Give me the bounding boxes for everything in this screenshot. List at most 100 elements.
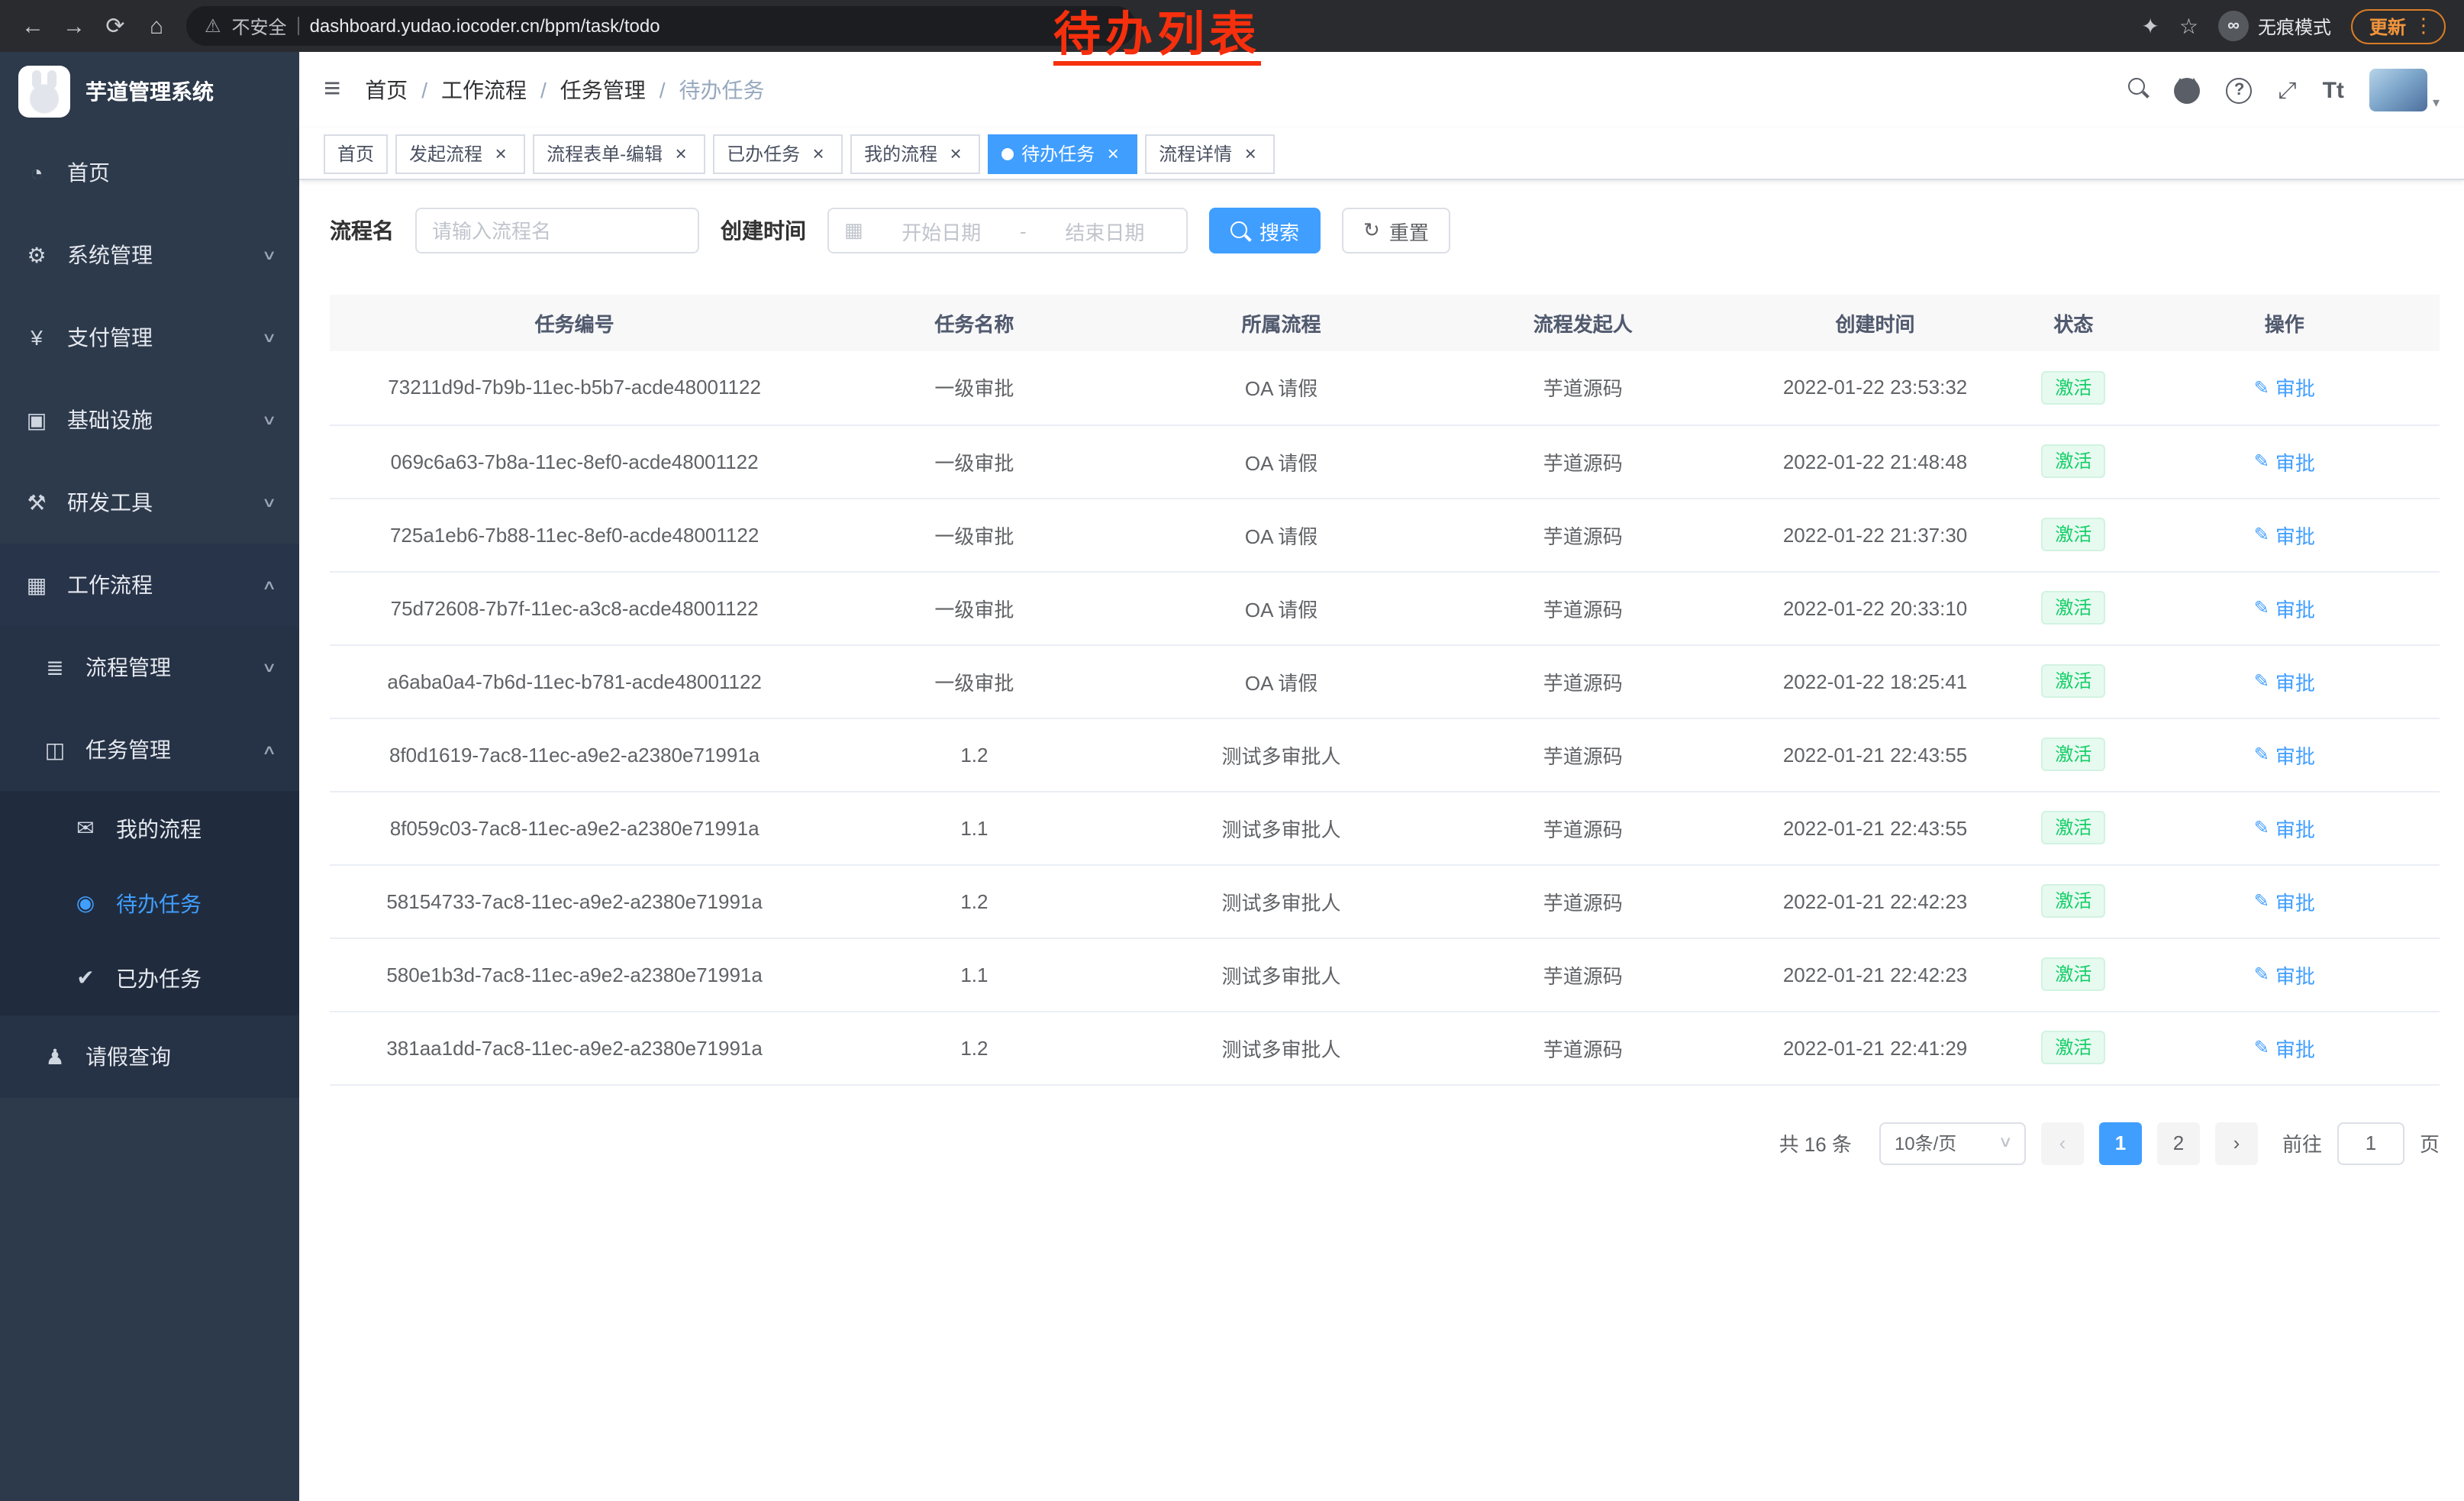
- sidebar-item-workflow[interactable]: ▦工作流程∧: [0, 544, 299, 626]
- sidebar-item-system-mgmt[interactable]: ⚙系统管理∨: [0, 214, 299, 296]
- approve-link[interactable]: ✎审批: [2254, 813, 2315, 842]
- approve-link[interactable]: ✎审批: [2254, 520, 2315, 549]
- prev-page-button[interactable]: ‹: [2041, 1122, 2084, 1164]
- fontsize-icon[interactable]: Tt: [2323, 77, 2344, 103]
- tab-my-process[interactable]: 我的流程 ×: [850, 134, 980, 173]
- create-time-label: 创建时间: [721, 215, 806, 246]
- home-icon[interactable]: ⌂: [136, 5, 177, 47]
- sidebar-item-label: 研发工具: [67, 487, 265, 518]
- approve-link[interactable]: ✎审批: [2254, 593, 2315, 622]
- fullscreen-icon[interactable]: ⤢: [2279, 77, 2297, 103]
- status-badge: 激活: [2041, 738, 2105, 771]
- app-logo-row[interactable]: 芋道管理系统: [0, 52, 299, 131]
- search-button-label: 搜索: [1259, 216, 1299, 245]
- process-cell: OA 请假: [1130, 571, 1434, 644]
- process-cell: OA 请假: [1130, 498, 1434, 571]
- tab-label: 我的流程: [864, 140, 937, 166]
- sidebar-item-infrastructure[interactable]: ▣基础设施∨: [0, 379, 299, 461]
- close-icon[interactable]: ×: [1240, 143, 1261, 164]
- help-icon[interactable]: ?: [2227, 77, 2253, 103]
- breadcrumb-item[interactable]: 工作流程: [441, 75, 527, 105]
- process-cell: OA 请假: [1130, 351, 1434, 424]
- approve-link[interactable]: ✎审批: [2254, 960, 2315, 989]
- initiator-cell: 芋道源码: [1434, 864, 1733, 938]
- page-url: dashboard.yudao.iocoder.cn/bpm/task/todo: [310, 15, 660, 37]
- goto-page-input[interactable]: [2337, 1122, 2404, 1164]
- github-icon[interactable]: [2175, 77, 2201, 103]
- table-header-row: 任务编号任务名称所属流程流程发起人创建时间状态操作: [330, 295, 2440, 351]
- table-row: 580e1b3d-7ac8-11ec-a9e2-a2380e71991a1.1测…: [330, 938, 2440, 1011]
- column-header: 状态: [2017, 295, 2129, 351]
- forward-icon[interactable]: →: [53, 5, 95, 47]
- address-bar[interactable]: ⚠ 不安全 dashboard.yudao.iocoder.cn/bpm/tas…: [186, 6, 1136, 46]
- tab-form-edit[interactable]: 流程表单-编辑 ×: [533, 134, 705, 173]
- status-cell: 激活: [2017, 718, 2129, 791]
- tab-home[interactable]: 首页: [324, 134, 388, 173]
- back-icon[interactable]: ←: [12, 5, 53, 47]
- tab-label: 流程表单-编辑: [547, 140, 663, 166]
- hamburger-icon[interactable]: ≡: [324, 73, 340, 107]
- sidebar-item-todo-tasks[interactable]: ◉待办任务: [0, 866, 299, 941]
- approve-label: 审批: [2275, 886, 2315, 915]
- edit-icon: ✎: [2254, 817, 2269, 838]
- close-icon[interactable]: ×: [670, 143, 692, 164]
- incognito-badge: ∞ 无痕模式: [2218, 11, 2331, 41]
- sidebar-item-task-mgmt[interactable]: ◫任务管理∧: [0, 709, 299, 791]
- page-size-select[interactable]: 10条/页 ∨: [1879, 1122, 2026, 1164]
- tab-process-detail[interactable]: 流程详情×: [1145, 134, 1275, 173]
- task-id-cell: a6aba0a4-7b6d-11ec-b781-acde48001122: [330, 644, 819, 718]
- breadcrumb-item[interactable]: 任务管理: [560, 75, 646, 105]
- key-icon[interactable]: ✦: [2141, 13, 2159, 39]
- main-panel: ≡ 首页/工作流程/任务管理/待办任务 ? ⤢ Tt ▾ 首页发起流程×流程表单…: [299, 52, 2464, 1501]
- approve-link[interactable]: ✎审批: [2254, 740, 2315, 769]
- tab-done-tasks[interactable]: 已办任务×: [713, 134, 843, 173]
- process-name-input[interactable]: [432, 219, 682, 242]
- sidebar-item-label: 请假查询: [85, 1041, 278, 1072]
- star-icon[interactable]: ☆: [2179, 13, 2198, 39]
- close-icon[interactable]: ×: [490, 143, 511, 164]
- breadcrumb-item: 待办任务: [679, 75, 765, 105]
- action-cell: ✎审批: [2130, 718, 2440, 791]
- approve-link[interactable]: ✎审批: [2254, 886, 2315, 915]
- sidebar-item-leave-query[interactable]: ♟请假查询: [0, 1015, 299, 1098]
- sidebar-item-dev-tools[interactable]: ⚒研发工具∨: [0, 461, 299, 544]
- close-icon[interactable]: ×: [1102, 143, 1124, 164]
- search-icon[interactable]: [2129, 77, 2149, 103]
- reload-icon[interactable]: ⟳: [95, 5, 136, 47]
- end-date-input[interactable]: 结束日期: [1039, 216, 1171, 245]
- sidebar-item-home[interactable]: ◔首页: [0, 131, 299, 214]
- approve-link[interactable]: ✎审批: [2254, 447, 2315, 476]
- breadcrumb-separator: /: [421, 78, 427, 102]
- sidebar-item-process-mgmt[interactable]: ≣流程管理∨: [0, 626, 299, 709]
- status-badge: 激活: [2041, 591, 2105, 625]
- approve-link[interactable]: ✎审批: [2254, 1033, 2315, 1062]
- close-icon[interactable]: ×: [808, 143, 829, 164]
- update-button[interactable]: 更新 ⋮: [2351, 8, 2446, 44]
- start-date-input[interactable]: 开始日期: [876, 216, 1008, 245]
- search-button[interactable]: 搜索: [1209, 208, 1321, 253]
- tab-start-process[interactable]: 发起流程×: [395, 134, 525, 173]
- action-cell: ✎审批: [2130, 571, 2440, 644]
- update-label: 更新: [2369, 13, 2406, 39]
- reset-button[interactable]: ↻ 重置: [1342, 208, 1450, 253]
- user-avatar[interactable]: ▾: [2370, 69, 2440, 111]
- next-page-button[interactable]: ›: [2215, 1122, 2258, 1164]
- page-button-2[interactable]: 2: [2157, 1122, 2200, 1164]
- approve-link[interactable]: ✎审批: [2254, 373, 2315, 402]
- breadcrumb-item[interactable]: 首页: [365, 75, 408, 105]
- approve-link[interactable]: ✎审批: [2254, 667, 2315, 696]
- tab-todo-tasks[interactable]: 待办任务×: [988, 134, 1137, 173]
- page-button-1[interactable]: 1: [2099, 1122, 2142, 1164]
- chevron-down-icon: ∨: [263, 412, 278, 428]
- date-range-picker[interactable]: ▦ 开始日期 - 结束日期: [827, 208, 1188, 253]
- close-icon[interactable]: ×: [945, 143, 966, 164]
- sidebar-item-done-tasks[interactable]: ✔已办任务: [0, 941, 299, 1015]
- menu-dots-icon[interactable]: ⋮: [2414, 14, 2433, 38]
- sidebar-item-my-process[interactable]: ✉我的流程: [0, 791, 299, 866]
- reset-button-label: 重置: [1389, 216, 1429, 245]
- action-cell: ✎审批: [2130, 1011, 2440, 1084]
- table-row: 73211d9d-7b9b-11ec-b5b7-acde48001122一级审批…: [330, 351, 2440, 424]
- sidebar-item-label: 支付管理: [67, 322, 265, 353]
- edit-icon: ✎: [2254, 1037, 2269, 1058]
- sidebar-item-payment-mgmt[interactable]: ¥支付管理∨: [0, 296, 299, 379]
